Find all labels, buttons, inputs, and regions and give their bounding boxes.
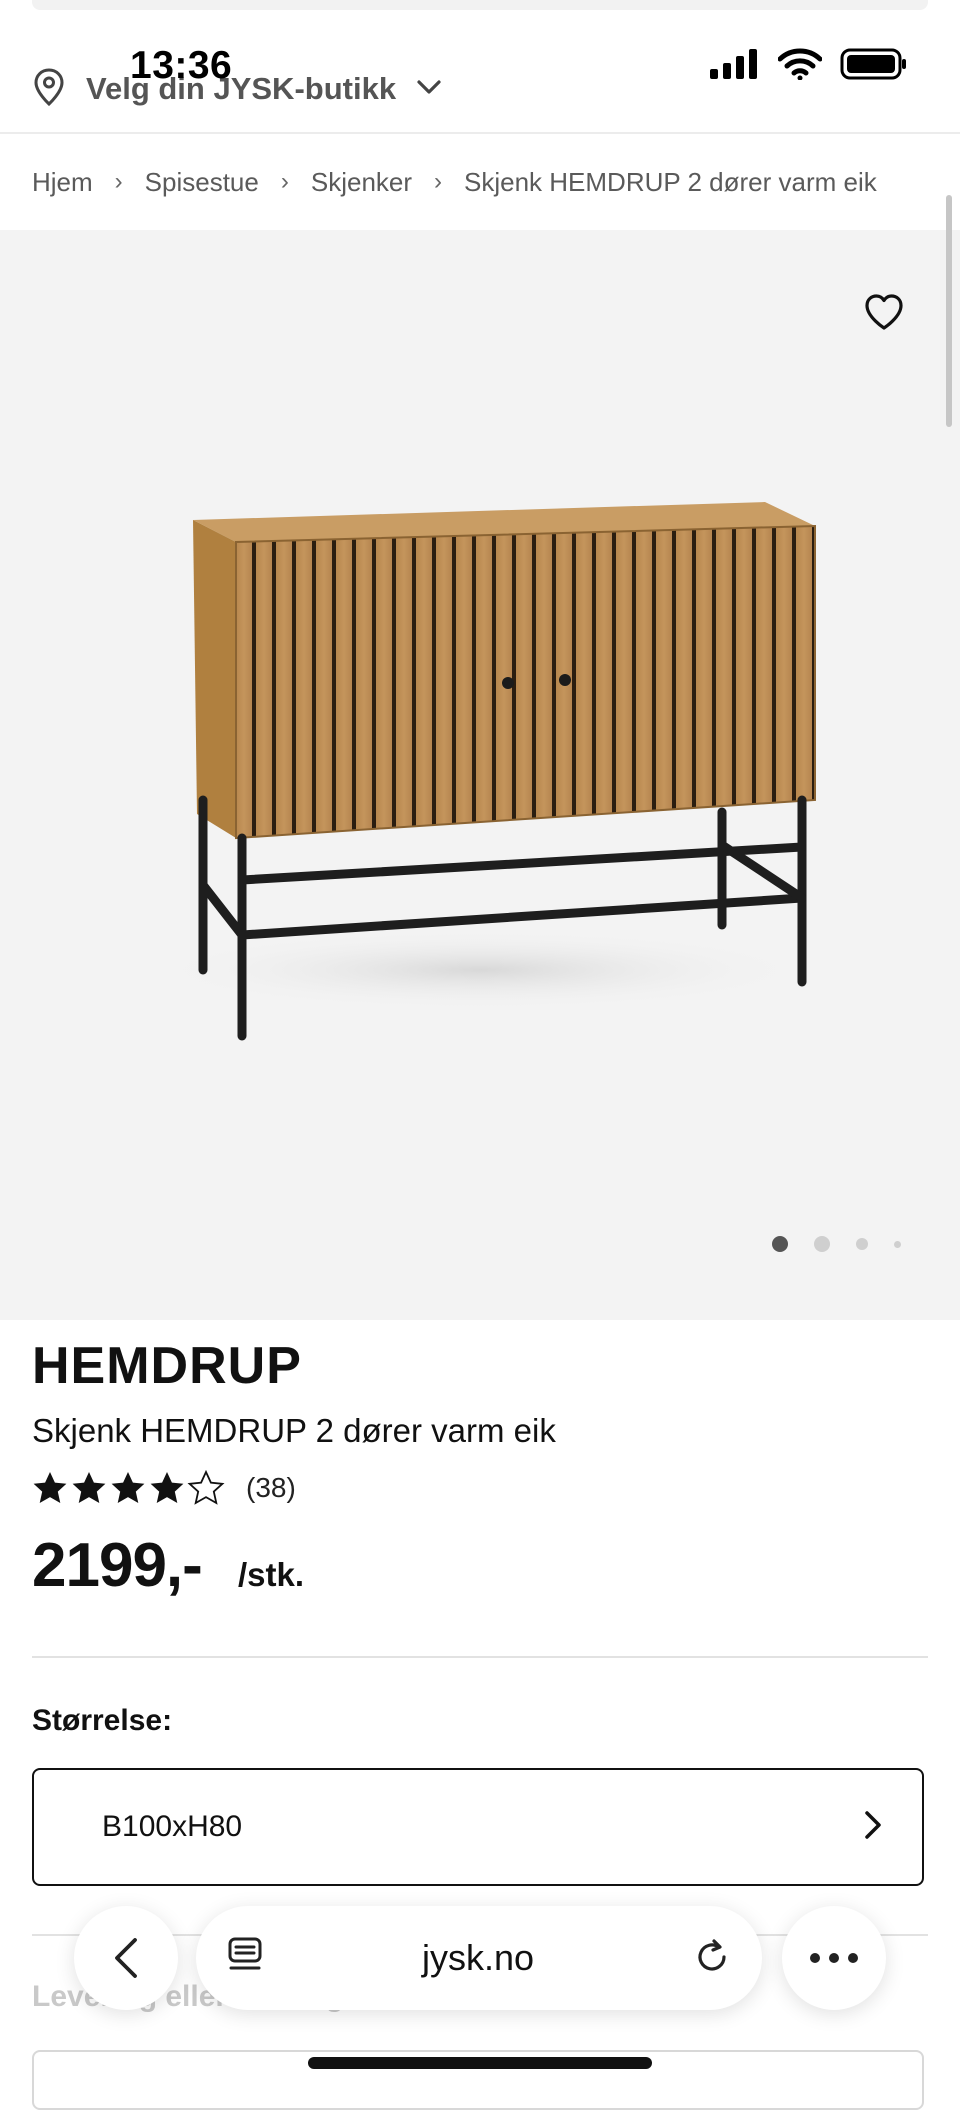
tab-overview-icon[interactable] <box>226 1936 264 1981</box>
favorite-heart-button[interactable] <box>862 290 906 334</box>
breadcrumb-item-current: Skjenk HEMDRUP 2 dører varm eik <box>464 166 877 197</box>
chevron-right-icon <box>862 1809 884 1846</box>
store-selector[interactable]: Velg din JYSK-butikk <box>32 62 442 116</box>
browser-url: jysk.no <box>421 1937 535 1978</box>
browser-more-button[interactable] <box>782 1906 886 2010</box>
reload-icon[interactable] <box>692 1935 732 1982</box>
chevron-right-icon: › <box>434 168 443 195</box>
product-brand: HEMDRUP <box>32 1337 302 1395</box>
signal-icon <box>710 49 760 84</box>
chevron-left-icon <box>115 1938 137 1978</box>
size-selector[interactable]: B100xH80 <box>32 1768 924 1886</box>
status-time: 13:36 <box>130 44 233 87</box>
page-scrollbar[interactable] <box>946 195 952 427</box>
gallery-dot[interactable] <box>894 1240 901 1248</box>
gallery-dot[interactable] <box>856 1238 868 1250</box>
gallery-pagination[interactable] <box>772 1236 901 1252</box>
gallery-dot[interactable] <box>814 1236 830 1252</box>
chevron-right-icon: › <box>114 168 123 195</box>
product-image-gallery[interactable] <box>0 230 960 1320</box>
battery-icon <box>840 48 908 85</box>
breadcrumb-item-sideboards[interactable]: Skjenker <box>311 167 412 198</box>
product-rating[interactable]: (38) <box>32 1470 296 1506</box>
status-icons <box>710 48 908 85</box>
breadcrumb: Hjem › Spisestue › Skjenker › Skjenk HEM… <box>32 160 877 204</box>
breadcrumb-item-home[interactable]: Hjem <box>32 167 93 198</box>
location-pin-icon <box>32 67 66 111</box>
product-image <box>150 502 816 1041</box>
product-name: Skjenk HEMDRUP 2 dører varm eik <box>32 1412 556 1449</box>
heart-icon <box>865 294 903 330</box>
price-unit: /stk. <box>238 1556 305 1593</box>
size-label: Størrelse: <box>32 1704 173 1737</box>
product-price: 2199,- <box>32 1531 203 1600</box>
chevron-right-icon: › <box>280 168 289 195</box>
top-strip <box>32 0 928 10</box>
size-value: B100xH80 <box>102 1810 243 1843</box>
star-rating-icon <box>33 1471 224 1504</box>
browser-back-button[interactable] <box>74 1906 178 2010</box>
breadcrumb-item-dining[interactable]: Spisestue <box>145 167 259 198</box>
header-divider <box>0 132 960 134</box>
browser-address-bar[interactable]: jysk.no <box>196 1906 762 2010</box>
more-dots-icon <box>810 1953 858 1963</box>
rating-count: (38) <box>246 1472 296 1503</box>
divider <box>32 1656 928 1658</box>
gallery-dot-active[interactable] <box>772 1236 788 1252</box>
wifi-icon <box>777 48 823 85</box>
chevron-down-icon <box>416 78 442 101</box>
home-indicator[interactable] <box>308 2057 652 2069</box>
